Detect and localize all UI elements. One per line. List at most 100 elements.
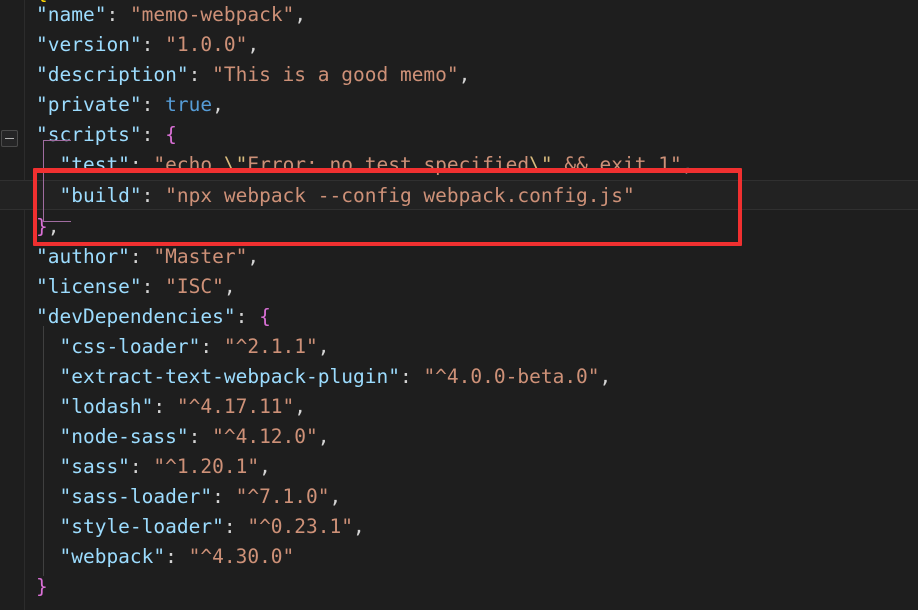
code-token: "devDependencies" xyxy=(36,305,236,328)
code-token: , xyxy=(223,275,236,298)
code-token: : xyxy=(153,395,177,418)
code-token: "license" xyxy=(36,275,142,298)
code-token: : xyxy=(223,515,248,538)
active-bracket-guide-scripts-bottom xyxy=(43,221,71,222)
code-token: , xyxy=(259,455,271,478)
code-token: , xyxy=(353,515,365,538)
code-editor[interactable]: {"name": "memo-webpack","version": "1.0.… xyxy=(0,0,918,610)
code-token: } xyxy=(36,575,48,598)
code-token: "name" xyxy=(36,3,107,26)
active-bracket-guide-scripts-top xyxy=(43,140,71,141)
code-token: , xyxy=(681,153,694,176)
code-line[interactable]: "sass-loader": "^7.1.0", xyxy=(0,482,918,512)
code-token: "ISC" xyxy=(165,275,224,298)
code-token: : xyxy=(188,63,213,86)
code-token: "lodash" xyxy=(36,395,154,418)
code-token: "version" xyxy=(36,33,142,56)
code-token: : xyxy=(399,365,424,388)
code-token: , xyxy=(599,365,612,388)
code-token: "^1.20.1" xyxy=(153,455,260,478)
code-token: : xyxy=(141,93,166,116)
code-token: "^4.30.0" xyxy=(188,545,295,568)
code-token: && exit 1" xyxy=(552,153,682,176)
code-token: "build" xyxy=(36,184,142,207)
code-token: "^4.0.0-beta.0" xyxy=(423,365,600,388)
code-token: : xyxy=(129,455,154,478)
code-line[interactable]: } xyxy=(0,572,918,602)
code-token: "test" xyxy=(36,153,130,176)
code-token: { xyxy=(259,305,271,328)
code-token: , xyxy=(458,63,471,86)
code-token: : xyxy=(141,123,166,146)
active-bracket-guide-scripts-vertical xyxy=(43,140,44,222)
code-line[interactable]: "version": "1.0.0", xyxy=(0,30,918,60)
indent-guide-devdeps xyxy=(43,326,44,576)
code-token: "extract-text-webpack-plugin" xyxy=(36,365,400,388)
code-token: "description" xyxy=(36,63,189,86)
code-token: "1.0.0" xyxy=(165,33,248,56)
code-token: , xyxy=(294,395,307,418)
code-token: "webpack" xyxy=(36,545,166,568)
code-token: , xyxy=(329,485,342,508)
code-line[interactable]: "author": "Master", xyxy=(0,242,918,272)
code-token: : xyxy=(141,33,166,56)
code-token: "sass" xyxy=(36,455,130,478)
code-line[interactable]: "private": true, xyxy=(0,90,918,120)
code-line[interactable]: "scripts": { xyxy=(0,120,918,150)
code-token: "This is a good memo" xyxy=(212,63,459,86)
code-token: "css-loader" xyxy=(36,335,201,358)
code-token: : xyxy=(235,305,260,328)
code-token: true xyxy=(165,93,213,116)
code-line[interactable]: "sass": "^1.20.1", xyxy=(0,452,918,482)
code-token: "^4.17.11" xyxy=(176,395,295,418)
code-line[interactable]: "devDependencies": { xyxy=(0,302,918,332)
code-line[interactable]: }, xyxy=(0,212,918,242)
code-token: : xyxy=(212,485,236,508)
code-line[interactable]: "node-sass": "^4.12.0", xyxy=(0,422,918,452)
code-line[interactable]: "license": "ISC", xyxy=(0,272,918,302)
code-token: \" xyxy=(529,153,553,176)
code-line[interactable]: "build": "npx webpack --config webpack.c… xyxy=(0,180,918,210)
code-token: } xyxy=(36,215,48,238)
code-token: , xyxy=(247,245,260,268)
code-token: Error: no test specified xyxy=(247,153,530,176)
code-line[interactable]: "style-loader": "^0.23.1", xyxy=(0,512,918,542)
code-token: "^4.12.0" xyxy=(212,425,318,448)
code-line[interactable]: "css-loader": "^2.1.1", xyxy=(0,332,918,362)
code-line[interactable]: "lodash": "^4.17.11", xyxy=(0,392,918,422)
code-token: : xyxy=(141,275,166,298)
code-token: "node-sass" xyxy=(36,425,189,448)
code-token: "memo-webpack" xyxy=(129,3,295,26)
code-token: : xyxy=(200,335,224,358)
code-token: "echo xyxy=(153,153,224,176)
code-token: \" xyxy=(223,153,248,176)
code-token: : xyxy=(129,153,154,176)
code-line[interactable]: "description": "This is a good memo", xyxy=(0,60,918,90)
code-line[interactable]: "webpack": "^4.30.0" xyxy=(0,542,918,572)
code-token: { xyxy=(165,123,177,146)
code-token: "style-loader" xyxy=(36,515,224,538)
code-token: "^0.23.1" xyxy=(247,515,353,538)
code-line[interactable]: "test": "echo \"Error: no test specified… xyxy=(0,150,918,180)
code-token: , xyxy=(212,93,224,116)
code-token: "^7.1.0" xyxy=(235,485,330,508)
code-token: "^2.1.1" xyxy=(223,335,318,358)
code-token: "Master" xyxy=(153,245,248,268)
code-content[interactable]: {"name": "memo-webpack","version": "1.0.… xyxy=(0,0,918,610)
code-token: "scripts" xyxy=(36,123,142,146)
code-token: , xyxy=(317,425,330,448)
code-token: "author" xyxy=(36,245,130,268)
code-token: "sass-loader" xyxy=(36,485,213,508)
code-token: "private" xyxy=(36,93,142,116)
code-token: : xyxy=(141,184,166,207)
code-token: , xyxy=(47,215,60,238)
code-line[interactable]: "name": "memo-webpack", xyxy=(0,0,918,30)
code-token: : xyxy=(129,245,154,268)
code-token: : xyxy=(165,545,189,568)
code-line[interactable]: "extract-text-webpack-plugin": "^4.0.0-b… xyxy=(0,362,918,392)
code-token: : xyxy=(106,3,130,26)
code-token: , xyxy=(247,33,260,56)
code-token: , xyxy=(317,335,330,358)
code-token: , xyxy=(294,3,307,26)
code-token: "npx webpack --config webpack.config.js" xyxy=(165,184,635,207)
